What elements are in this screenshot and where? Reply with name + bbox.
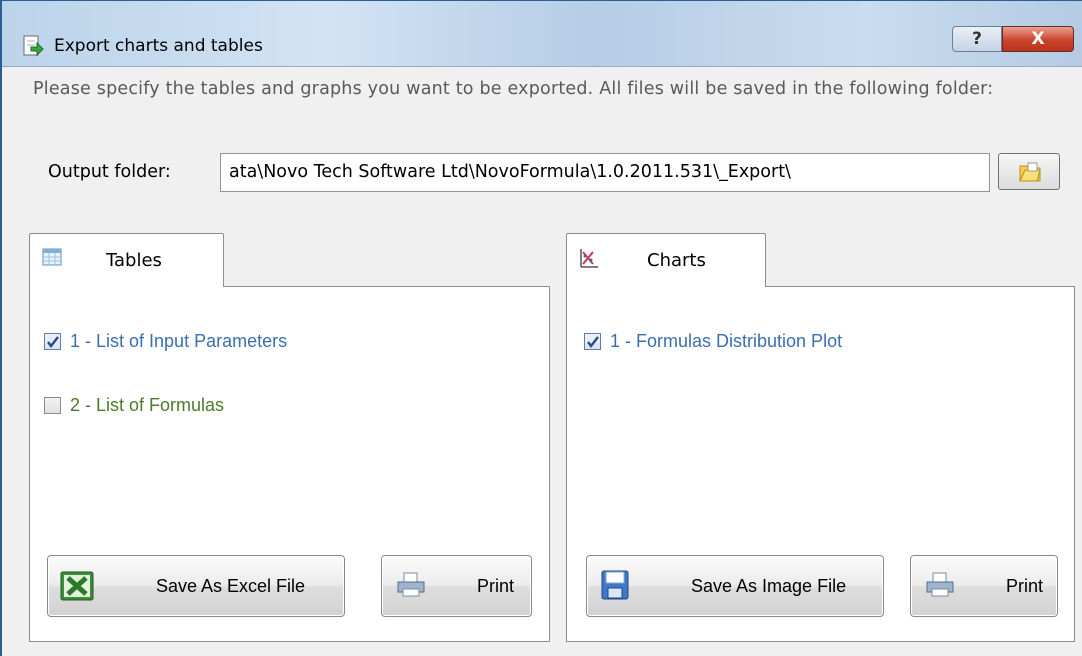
chart-item-formulas-distribution[interactable]: 1 - Formulas Distribution Plot — [584, 331, 842, 352]
export-dialog: Export charts and tables ? X Please spec… — [0, 0, 1082, 656]
tab-tables-join — [30, 285, 223, 288]
floppy-disk-icon — [601, 570, 629, 604]
checkbox-input-parameters[interactable] — [44, 333, 61, 350]
table-item-formulas[interactable]: 2 - List of Formulas — [44, 395, 224, 416]
save-excel-label: Save As Excel File — [156, 576, 306, 596]
tab-tables-label: Tables — [106, 250, 162, 271]
charts-print-button[interactable]: Print — [910, 555, 1058, 617]
checkbox-formulas-distribution[interactable] — [584, 333, 601, 350]
close-button[interactable]: X — [1002, 26, 1074, 52]
tab-charts-join — [567, 285, 765, 288]
printer-icon — [396, 572, 426, 602]
output-folder-field[interactable]: ata\Novo Tech Software Ltd\NovoFormula\1… — [220, 153, 990, 192]
tables-print-label: Print — [477, 576, 515, 596]
tab-tables[interactable]: Tables — [29, 233, 224, 287]
export-arrow-icon — [22, 35, 44, 57]
tab-charts[interactable]: Charts — [566, 233, 766, 287]
chart-icon — [579, 248, 599, 272]
charts-print-label: Print — [1006, 576, 1044, 596]
help-button[interactable]: ? — [952, 26, 1002, 52]
instructions-text: Please specify the tables and graphs you… — [33, 79, 994, 99]
tables-print-button[interactable]: Print — [381, 555, 532, 617]
checkbox-formulas[interactable] — [44, 397, 61, 414]
output-folder-label: Output folder: — [48, 162, 171, 182]
table-item-input-parameters[interactable]: 1 - List of Input Parameters — [44, 331, 287, 352]
excel-icon — [60, 571, 94, 605]
save-image-label: Save As Image File — [691, 576, 847, 596]
table-item-label: 1 - List of Input Parameters — [70, 331, 288, 351]
title-bar: Export charts and tables ? X — [2, 1, 1082, 67]
save-image-button[interactable]: Save As Image File — [586, 555, 884, 617]
browse-folder-button[interactable] — [998, 153, 1060, 190]
chart-item-label: 1 - Formulas Distribution Plot — [610, 331, 843, 351]
save-excel-button[interactable]: Save As Excel File — [47, 555, 345, 617]
folder-icon — [1019, 162, 1041, 182]
table-icon — [42, 248, 62, 270]
printer-icon — [925, 572, 955, 602]
table-item-label: 2 - List of Formulas — [70, 395, 225, 415]
tab-charts-label: Charts — [647, 250, 706, 271]
window-title: Export charts and tables — [54, 36, 263, 56]
